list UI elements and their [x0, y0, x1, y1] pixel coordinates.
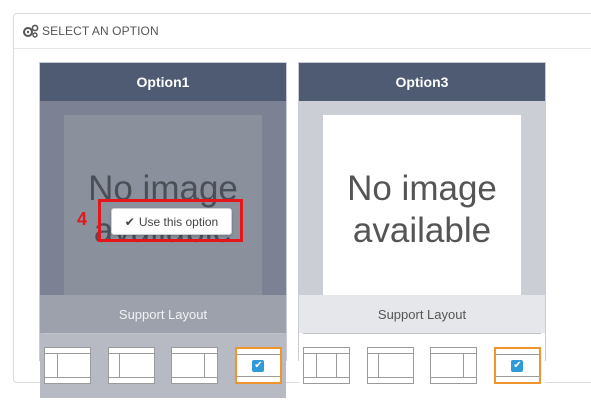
no-image-line1: No image	[88, 169, 238, 208]
panel-header: SELECT AN OPTION	[14, 14, 591, 49]
divider	[44, 333, 282, 334]
layout-left-sidebar[interactable]	[44, 347, 91, 384]
layout-options: ✔	[299, 333, 545, 398]
no-image-line1: No image	[347, 169, 497, 208]
divider	[303, 333, 541, 334]
check-icon: ✔	[511, 359, 524, 372]
support-layout-label: Support Layout	[299, 295, 545, 333]
layout-left-sidebar[interactable]	[366, 347, 414, 384]
use-this-option-button[interactable]: ✔ Use this option	[111, 208, 232, 235]
check-icon: ✔	[252, 359, 265, 372]
layout-both-sidebars[interactable]	[303, 347, 350, 384]
layout-options: ✔	[40, 333, 286, 398]
no-image-placeholder: No image available	[323, 115, 521, 305]
layout-full-width[interactable]: ✔	[234, 347, 282, 384]
card-preview: No image available Support Layout ✔	[299, 101, 545, 398]
card-title: Option1	[40, 63, 286, 101]
layout-right-sidebar[interactable]	[171, 347, 219, 384]
support-layout-label: Support Layout	[40, 295, 286, 333]
card-title: Option3	[299, 63, 545, 101]
option-card-3[interactable]: Option3 No image available Support Layou…	[298, 62, 546, 398]
no-image-line2: available	[352, 211, 492, 250]
layout-right-sidebar[interactable]	[430, 347, 478, 384]
layout-left-sidebar-alt[interactable]	[107, 347, 155, 384]
annotation-step-number: 4	[77, 209, 88, 229]
panel-title: SELECT AN OPTION	[42, 24, 159, 38]
check-icon: ✔	[124, 214, 135, 229]
use-this-option-label: Use this option	[138, 214, 219, 229]
gears-icon	[23, 24, 39, 38]
layout-full-width[interactable]: ✔	[493, 347, 541, 384]
